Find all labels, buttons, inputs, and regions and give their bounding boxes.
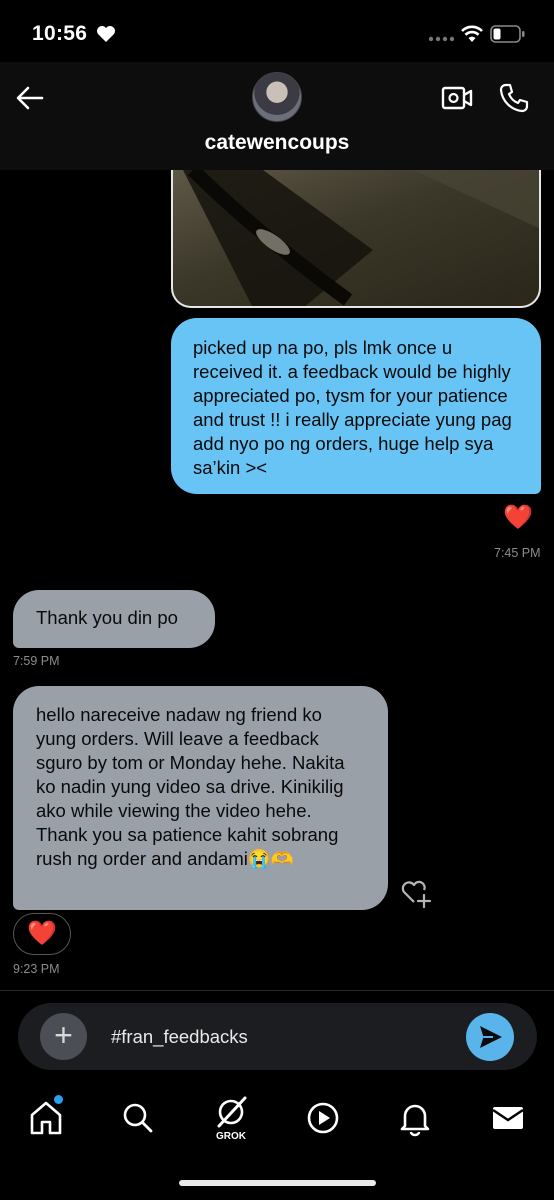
message-timestamp: 7:59 PM bbox=[13, 654, 60, 668]
sent-message-bubble[interactable]: picked up na po, pls lmk once u received… bbox=[171, 318, 541, 494]
heart-reaction-icon[interactable]: ❤️ bbox=[503, 505, 533, 531]
avatar[interactable] bbox=[252, 72, 302, 122]
status-time: 10:56 bbox=[32, 22, 88, 45]
send-icon bbox=[480, 1026, 502, 1048]
message-timestamp: 9:23 PM bbox=[13, 962, 60, 976]
grok-icon[interactable] bbox=[211, 1092, 251, 1132]
home-icon[interactable] bbox=[26, 1098, 66, 1138]
heart-reaction-icon[interactable]: ❤️ bbox=[13, 913, 71, 955]
back-arrow-icon[interactable] bbox=[14, 84, 46, 112]
image-message[interactable] bbox=[171, 170, 541, 308]
send-button[interactable] bbox=[466, 1013, 514, 1061]
message-timestamp: 7:45 PM bbox=[494, 546, 541, 560]
home-indicator bbox=[179, 1180, 376, 1186]
notification-dot bbox=[54, 1095, 63, 1104]
video-call-icon[interactable] bbox=[441, 84, 473, 112]
signal-icon bbox=[428, 36, 454, 42]
received-message-bubble[interactable]: hello nareceive nadaw ng friend ko yung … bbox=[13, 686, 388, 910]
message-input[interactable] bbox=[111, 1024, 441, 1050]
add-reaction-icon[interactable] bbox=[400, 878, 432, 908]
plus-icon[interactable]: + bbox=[40, 1013, 87, 1060]
wifi-icon bbox=[461, 25, 483, 42]
grok-label: GROK bbox=[216, 1131, 246, 1142]
video-icon[interactable] bbox=[303, 1098, 343, 1138]
divider bbox=[0, 990, 554, 991]
phone-icon[interactable] bbox=[498, 82, 530, 114]
chat-username[interactable]: catewencoups bbox=[0, 131, 554, 155]
received-message-bubble[interactable]: Thank you din po bbox=[13, 590, 215, 648]
battery-icon bbox=[490, 25, 525, 43]
search-icon[interactable] bbox=[118, 1098, 158, 1138]
heart-icon bbox=[97, 26, 115, 42]
photo-content bbox=[183, 170, 539, 306]
mail-icon[interactable] bbox=[488, 1098, 528, 1138]
bell-icon[interactable] bbox=[395, 1098, 435, 1138]
